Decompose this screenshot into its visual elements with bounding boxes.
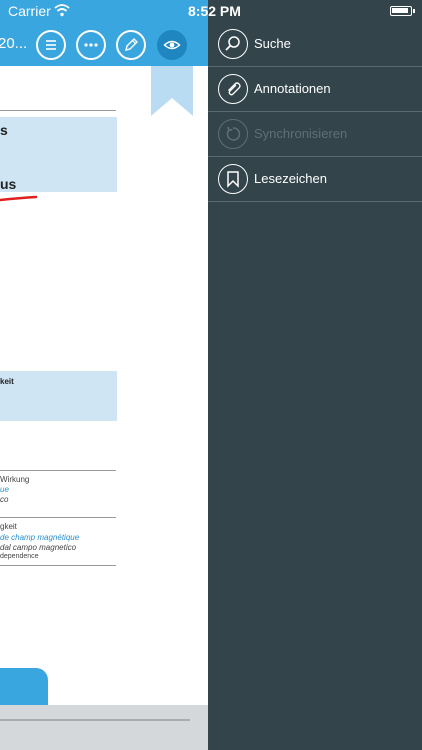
menu-item-label: Annotationen bbox=[254, 81, 331, 96]
menu-item-search[interactable]: Suche bbox=[208, 22, 422, 67]
clock: 8:52 PM bbox=[188, 3, 241, 19]
bookmark-ribbon-icon[interactable] bbox=[151, 66, 193, 116]
status-bar: Carrier 8:52 PM bbox=[0, 0, 422, 22]
row2-line2: de champ magnétique bbox=[0, 533, 80, 542]
wifi-icon bbox=[54, 4, 70, 17]
highlight-box bbox=[0, 117, 117, 192]
document-title[interactable]: 20... bbox=[0, 35, 27, 52]
heading-fragment: s bbox=[0, 122, 8, 138]
list-icon bbox=[46, 40, 56, 50]
divider bbox=[0, 110, 116, 111]
search-icon bbox=[225, 36, 240, 51]
table-of-contents-button[interactable] bbox=[36, 30, 66, 60]
carrier-label: Carrier bbox=[8, 3, 51, 19]
ellipsis-icon bbox=[84, 43, 98, 47]
row1-line1: Wirkung bbox=[0, 475, 30, 484]
eye-icon bbox=[163, 40, 181, 50]
bookmark-icon bbox=[227, 171, 239, 188]
page-scrubber-bar[interactable] bbox=[0, 705, 208, 750]
paperclip-icon bbox=[228, 82, 241, 96]
sync-icon bbox=[226, 126, 241, 141]
ink-annotation[interactable] bbox=[0, 192, 40, 204]
side-menu: Suche Annotationen Synchronisieren Lesez… bbox=[208, 22, 422, 750]
top-toolbar: 20... bbox=[0, 22, 208, 66]
row1-line3: co bbox=[0, 495, 9, 504]
box2-text: keit bbox=[0, 377, 14, 386]
page-scrubber-track[interactable] bbox=[0, 719, 190, 721]
heading-fragment-2: us bbox=[0, 176, 17, 192]
menu-item-bookmarks[interactable]: Lesezeichen bbox=[208, 157, 422, 202]
divider bbox=[0, 565, 116, 566]
row2-line4: dependence bbox=[0, 553, 39, 560]
row1-line2: ue bbox=[0, 485, 9, 494]
document-pane[interactable]: 20... s us keit Wirkung ue co gkeit de c… bbox=[0, 0, 208, 750]
more-options-button[interactable] bbox=[76, 30, 106, 60]
highlight-box-2 bbox=[0, 371, 117, 421]
divider bbox=[0, 470, 116, 471]
row2-line3: dal campo magnetico bbox=[0, 543, 77, 552]
menu-item-label: Synchronisieren bbox=[254, 126, 348, 141]
annotate-button[interactable] bbox=[116, 30, 146, 60]
divider bbox=[0, 517, 116, 518]
page-navigation-tab[interactable] bbox=[0, 668, 48, 708]
menu-item-annotations[interactable]: Annotationen bbox=[208, 67, 422, 112]
menu-item-sync: Synchronisieren bbox=[208, 112, 422, 157]
view-mode-button[interactable] bbox=[157, 30, 187, 60]
menu-item-label: Lesezeichen bbox=[254, 171, 327, 186]
pencil-icon bbox=[125, 38, 138, 51]
row2-line1: gkeit bbox=[0, 522, 17, 531]
menu-item-label: Suche bbox=[254, 36, 291, 51]
battery-icon bbox=[390, 6, 412, 16]
